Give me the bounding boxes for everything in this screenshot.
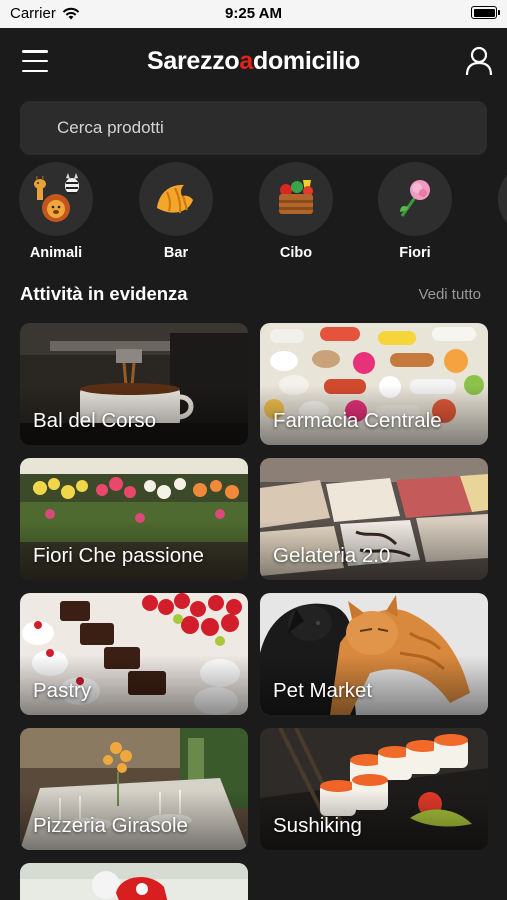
shop-image bbox=[20, 863, 248, 900]
category-animali[interactable]: Animali bbox=[11, 162, 101, 261]
category-label: Animali bbox=[29, 245, 83, 261]
section-title: Attività in evidenza bbox=[20, 283, 188, 304]
shop-card-pizzeria-girasole[interactable]: Pizzeria Girasole bbox=[20, 728, 248, 850]
shop-card-pet-market[interactable]: Pet Market bbox=[260, 593, 488, 715]
status-bar: Carrier 9:25 AM bbox=[0, 0, 507, 28]
featured-section-header: Attività in evidenza Vedi tutto bbox=[20, 283, 487, 307]
shop-card-bal-del-corso[interactable]: Bal del Corso bbox=[20, 323, 248, 445]
shop-card-sushiking[interactable]: Sushiking bbox=[260, 728, 488, 850]
app-header: Sarezzoadomicilio bbox=[0, 28, 507, 94]
flower-icon bbox=[378, 162, 452, 236]
shop-card-partial[interactable] bbox=[20, 863, 248, 900]
battery-icon bbox=[471, 6, 500, 19]
category-label: Bar bbox=[163, 245, 189, 261]
shop-name: Pizzeria Girasole bbox=[33, 814, 188, 837]
logo-text-end: domicilio bbox=[252, 47, 361, 75]
shop-card-pastry[interactable]: Pastry bbox=[20, 593, 248, 715]
category-label: Fiori bbox=[399, 245, 431, 261]
app-logo: Sarezzoadomicilio bbox=[0, 47, 507, 76]
croissant-icon bbox=[139, 162, 213, 236]
shop-name: Pet Market bbox=[273, 679, 373, 702]
gelato-icon bbox=[498, 162, 507, 236]
logo-text-start: Sarezzo bbox=[146, 47, 240, 75]
shop-card-gelateria[interactable]: Gelateria 2.0 bbox=[260, 458, 488, 580]
shop-name: Bal del Corso bbox=[33, 409, 157, 432]
food-basket-icon bbox=[259, 162, 333, 236]
shop-name: Gelateria 2.0 bbox=[273, 544, 391, 567]
category-cibo[interactable]: Cibo bbox=[251, 162, 341, 261]
category-gelateria[interactable]: Ge bbox=[490, 162, 507, 261]
search-input[interactable] bbox=[20, 101, 487, 155]
status-time: 9:25 AM bbox=[225, 5, 282, 22]
user-profile-icon[interactable] bbox=[465, 46, 493, 76]
shop-name: Pastry bbox=[33, 679, 92, 702]
shop-name: Sushiking bbox=[273, 814, 362, 837]
category-label: Ge bbox=[490, 245, 507, 261]
shop-name: Fiori Che passione bbox=[33, 544, 204, 567]
shop-card-farmacia-centrale[interactable]: Farmacia Centrale bbox=[260, 323, 488, 445]
category-fiori[interactable]: Fiori bbox=[370, 162, 460, 261]
shop-name: Farmacia Centrale bbox=[273, 409, 442, 432]
logo-text-accent: a bbox=[239, 47, 253, 75]
see-all-link[interactable]: Vedi tutto bbox=[418, 286, 481, 303]
animals-icon bbox=[19, 162, 93, 236]
category-label: Cibo bbox=[279, 245, 313, 261]
category-bar[interactable]: Bar bbox=[131, 162, 221, 261]
category-row[interactable]: Animali Bar Cibo Fiori bbox=[0, 162, 507, 262]
shop-card-fiori-che-passione[interactable]: Fiori Che passione bbox=[20, 458, 248, 580]
